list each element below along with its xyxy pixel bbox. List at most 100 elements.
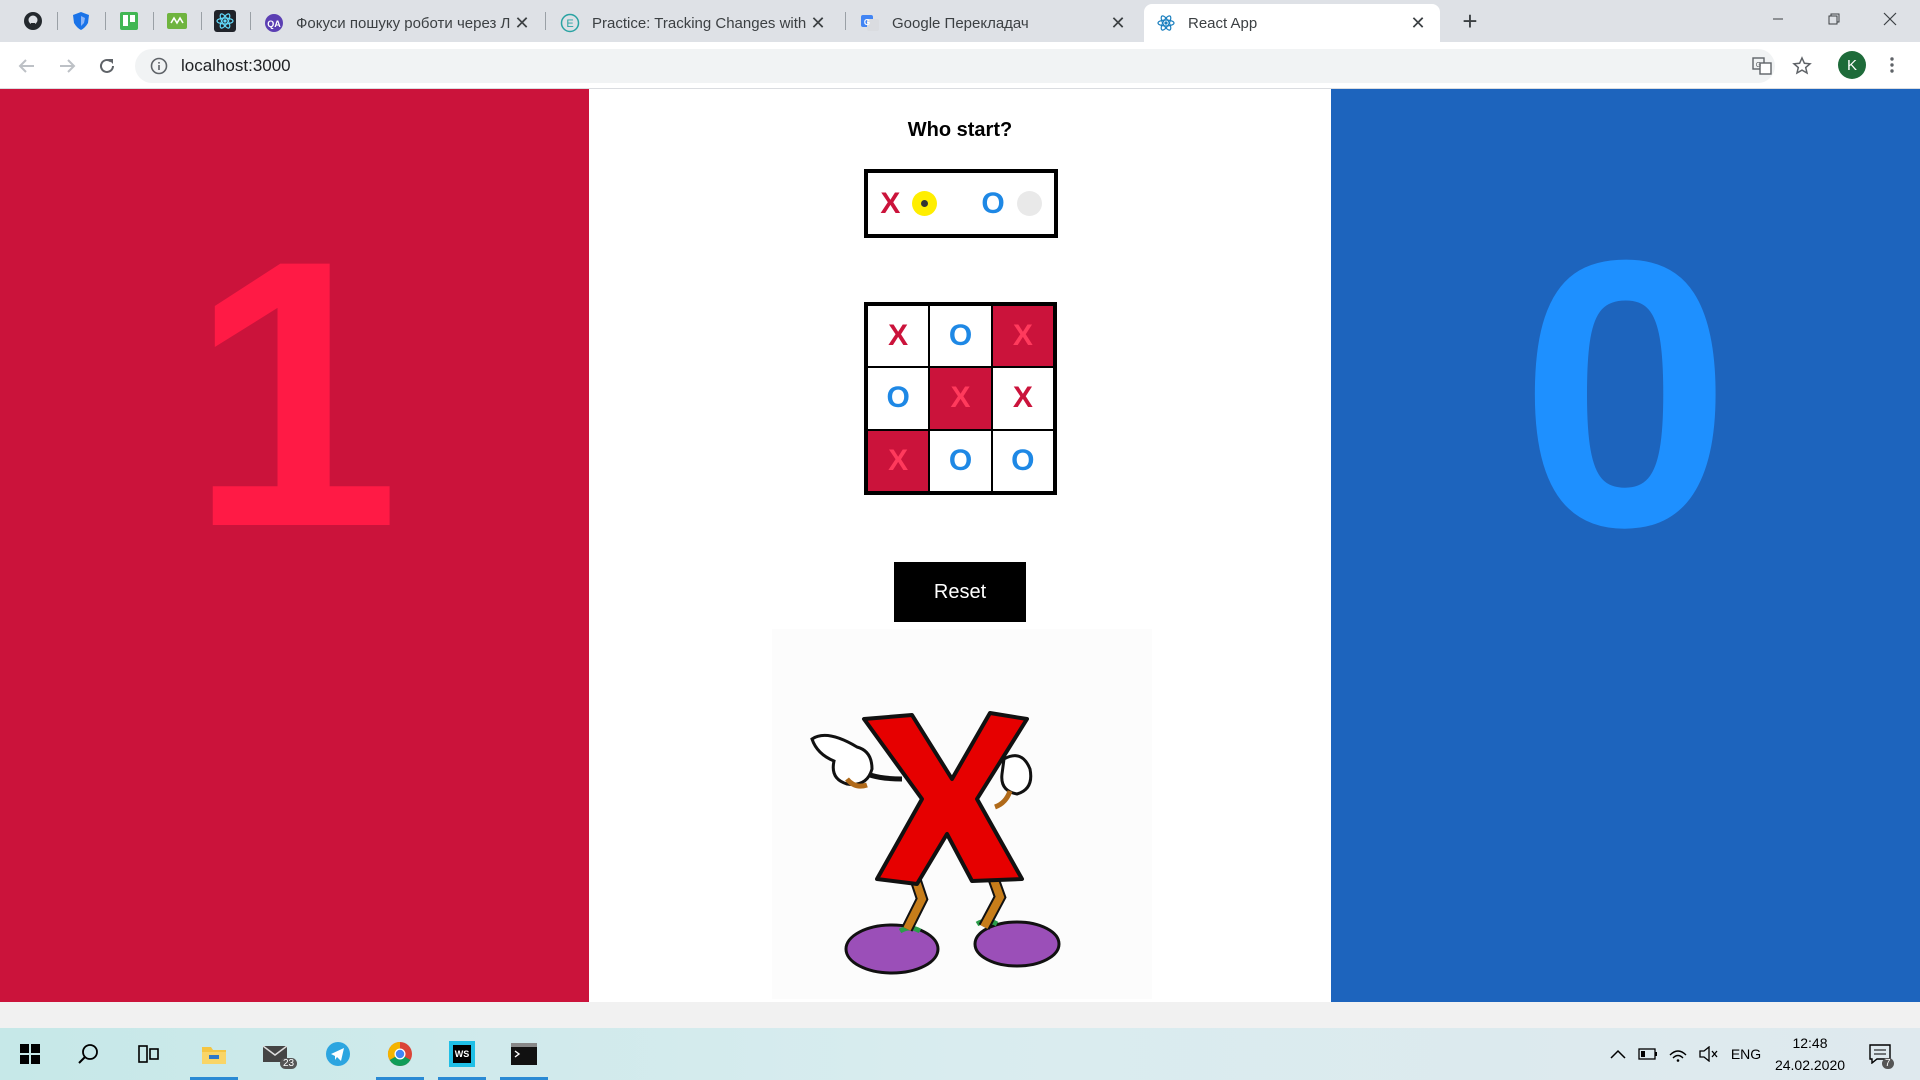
- telegram-button[interactable]: [312, 1028, 364, 1080]
- close-tab-icon[interactable]: ✕: [1108, 13, 1128, 34]
- webstorm-icon: WS: [449, 1041, 475, 1067]
- tab-google-translate[interactable]: G Google Перекладач ✕: [848, 4, 1140, 42]
- file-explorer-button[interactable]: [188, 1028, 240, 1080]
- wifi-button[interactable]: [1664, 1028, 1692, 1080]
- reload-button[interactable]: [92, 51, 122, 81]
- restore-button[interactable]: [1806, 0, 1862, 38]
- windows-logo-icon: [20, 1044, 40, 1064]
- reload-icon: [100, 58, 114, 73]
- tab-separator: [845, 12, 846, 30]
- starter-x-label: X: [880, 186, 901, 220]
- translate-icon: G: [1752, 57, 1772, 75]
- pinned-tab-trello[interactable]: [106, 6, 152, 36]
- terminal-button[interactable]: [498, 1028, 550, 1080]
- tab-title: React App: [1188, 14, 1258, 32]
- tab-react-app[interactable]: React App ✕: [1144, 4, 1440, 42]
- pinned-tab-react[interactable]: [202, 6, 248, 36]
- close-window-button[interactable]: [1862, 0, 1918, 38]
- browser-menu-button[interactable]: [1884, 52, 1900, 78]
- tab-separator: [545, 12, 546, 30]
- who-start-heading: Who start?: [907, 119, 1013, 141]
- board-cell[interactable]: X: [929, 367, 992, 430]
- volume-button[interactable]: [1694, 1028, 1722, 1080]
- pinned-tab-shield[interactable]: [58, 6, 104, 36]
- google-translate-icon: G: [860, 13, 880, 33]
- notification-count-badge: 7: [1882, 1058, 1894, 1069]
- reset-button[interactable]: Reset: [894, 562, 1026, 622]
- react-icon: [214, 10, 236, 32]
- windows-taskbar: 23 WS ENG 12:48 24.02.2020 7: [0, 1028, 1920, 1080]
- profile-avatar[interactable]: K: [1838, 51, 1866, 79]
- starter-o-radio[interactable]: [1016, 191, 1042, 216]
- tab-title: Фокуси пошуку роботи через Л: [296, 14, 511, 32]
- mail-count-badge: 23: [280, 1058, 298, 1069]
- game-board: X O X O X X X O O: [864, 302, 1057, 495]
- board-cell[interactable]: O: [991, 429, 1054, 492]
- address-bar[interactable]: localhost:3000: [135, 49, 1775, 83]
- close-tab-icon[interactable]: ✕: [512, 13, 532, 34]
- arrow-left-icon: [18, 59, 34, 73]
- search-button[interactable]: [63, 1028, 115, 1080]
- chrome-icon: [387, 1042, 412, 1067]
- starter-o-label: O: [981, 186, 1005, 220]
- trello-icon: [120, 12, 138, 30]
- translate-page-button[interactable]: G: [1747, 51, 1777, 81]
- info-icon[interactable]: [149, 56, 169, 76]
- spreadsheet-icon: [167, 13, 187, 29]
- qa-icon: QA: [264, 13, 284, 33]
- start-button[interactable]: [4, 1028, 56, 1080]
- bookmark-button[interactable]: [1787, 51, 1817, 81]
- board-cell[interactable]: O: [867, 367, 930, 430]
- browser-toolbar: localhost:3000 G: [0, 42, 1920, 89]
- svg-text:WS: WS: [455, 1049, 470, 1059]
- starter-x-radio[interactable]: [912, 191, 938, 216]
- tab-practice[interactable]: E Practice: Tracking Changes with C ✕: [548, 4, 840, 42]
- close-icon: [1883, 12, 1897, 26]
- board-cell[interactable]: X: [991, 367, 1054, 430]
- close-tab-icon[interactable]: ✕: [808, 13, 828, 34]
- star-icon: [1792, 56, 1812, 75]
- clock[interactable]: 12:48 24.02.2020: [1750, 1032, 1870, 1076]
- e-icon: E: [560, 13, 580, 33]
- cell-mark: X: [888, 319, 909, 353]
- board-cell[interactable]: O: [929, 305, 992, 368]
- board-cell[interactable]: O: [929, 429, 992, 492]
- player-o-score-panel: 0: [1331, 89, 1920, 1002]
- board-cell[interactable]: X: [991, 305, 1054, 368]
- forward-button[interactable]: [52, 51, 82, 81]
- pinned-tab-github[interactable]: [10, 6, 56, 36]
- new-tab-button[interactable]: +: [1455, 8, 1485, 34]
- tab-job-search[interactable]: QA Фокуси пошуку роботи через Л ✕: [252, 4, 544, 42]
- cell-mark: O: [948, 319, 973, 353]
- chevron-up-icon: [1610, 1049, 1626, 1059]
- tab-title: Google Перекладач: [892, 14, 1029, 32]
- webstorm-button[interactable]: WS: [436, 1028, 488, 1080]
- telegram-icon: [326, 1042, 350, 1066]
- battery-button[interactable]: [1634, 1028, 1662, 1080]
- pinned-tab-spreadsheet[interactable]: [154, 6, 200, 36]
- board-cell[interactable]: X: [867, 429, 930, 492]
- show-hidden-icons-button[interactable]: [1604, 1028, 1632, 1080]
- search-icon: [78, 1044, 98, 1064]
- restore-icon: [1828, 13, 1840, 25]
- player-x-score-panel: 1: [0, 89, 589, 1002]
- tab-title: Practice: Tracking Changes with C: [592, 14, 808, 32]
- mail-button[interactable]: 23: [250, 1028, 302, 1080]
- task-view-button[interactable]: [122, 1028, 174, 1080]
- player-x-score: 1: [188, 181, 401, 606]
- url-text[interactable]: localhost:3000: [181, 56, 291, 76]
- cell-mark: X: [888, 443, 909, 477]
- board-cell[interactable]: X: [867, 305, 930, 368]
- notification-center-button[interactable]: 7: [1862, 1028, 1898, 1080]
- close-tab-icon[interactable]: ✕: [1408, 13, 1428, 34]
- svg-text:E: E: [566, 18, 573, 30]
- chrome-button[interactable]: [374, 1028, 426, 1080]
- wifi-icon: [1669, 1050, 1687, 1062]
- arrow-right-icon: [60, 59, 76, 73]
- back-button[interactable]: [12, 51, 42, 81]
- minimize-button[interactable]: [1750, 0, 1806, 38]
- react-app-page: 1 0 Who start? X O X O X O X X X O O Res…: [0, 89, 1920, 1002]
- game-area: Who start? X O X O X O X X X O O Reset: [589, 89, 1331, 1002]
- tab-strip: QA Фокуси пошуку роботи через Л ✕ E Prac…: [0, 0, 1920, 42]
- github-icon: [24, 12, 42, 30]
